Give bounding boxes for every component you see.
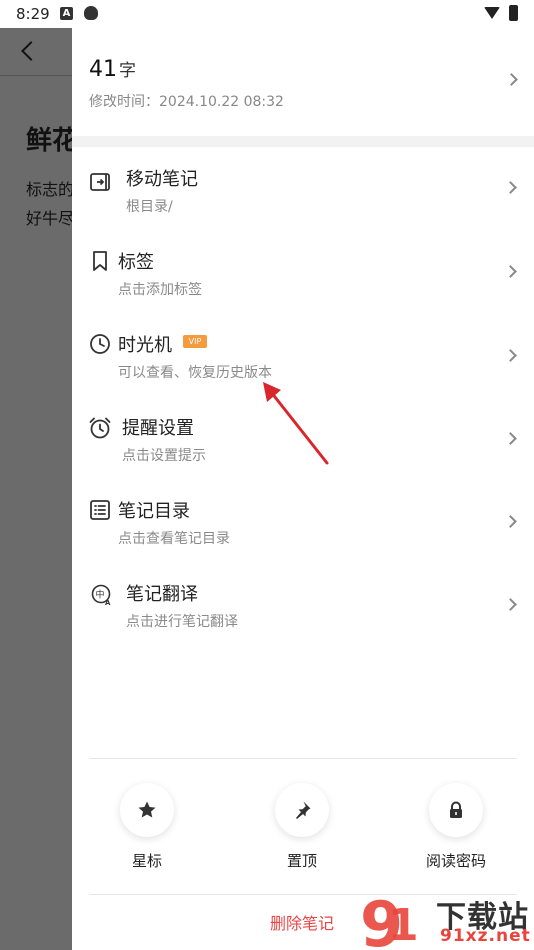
menu-item-time-machine[interactable]: 时光机 VIP 可以查看、恢复历史版本 bbox=[72, 319, 534, 402]
read-password-label: 阅读密码 bbox=[425, 852, 486, 870]
note-stats-row[interactable]: 41 字 修改时间：2024.10.22 08:32 bbox=[72, 28, 534, 136]
chevron-right-icon bbox=[504, 349, 517, 362]
menu-item-note-outline[interactable]: 笔记目录 点击查看笔记目录 bbox=[72, 485, 534, 568]
lock-icon bbox=[450, 801, 462, 818]
wifi-icon bbox=[484, 7, 500, 19]
star-button[interactable] bbox=[120, 783, 174, 837]
star-icon bbox=[138, 801, 156, 818]
chevron-right-icon bbox=[504, 265, 517, 278]
background-note-title: 鲜花 bbox=[26, 126, 72, 156]
pin-button[interactable] bbox=[275, 783, 329, 837]
word-count-number: 41 bbox=[89, 57, 117, 82]
svg-text:A: A bbox=[105, 599, 111, 606]
chevron-right-icon bbox=[504, 181, 517, 194]
modified-time: 修改时间：2024.10.22 08:32 bbox=[89, 94, 284, 110]
read-password-button[interactable] bbox=[429, 783, 483, 837]
word-count-unit: 字 bbox=[119, 61, 136, 81]
status-time: 8:29 bbox=[16, 5, 50, 23]
menu-item-label: 提醒设置 bbox=[122, 418, 194, 439]
svg-text:1: 1 bbox=[388, 900, 419, 950]
vip-badge: VIP bbox=[183, 335, 207, 348]
menu-item-label: 笔记翻译 bbox=[126, 584, 198, 605]
word-count: 41 字 bbox=[89, 56, 136, 82]
menu-item-subtitle: 点击进行笔记翻译 bbox=[126, 614, 238, 630]
menu-item-label: 标签 bbox=[118, 252, 154, 273]
chevron-right-icon bbox=[505, 73, 518, 86]
translate-icon: 中 A bbox=[91, 584, 111, 606]
notification-a-icon: A bbox=[60, 7, 73, 20]
menu-item-tags[interactable]: 标签 点击添加标签 bbox=[72, 236, 534, 319]
menu-item-reminder[interactable]: 提醒设置 点击设置提示 bbox=[72, 402, 534, 485]
back-arrow-icon[interactable] bbox=[21, 41, 41, 61]
watermark-logo: 9 1 下载站 91xz.net bbox=[358, 888, 534, 950]
star-action[interactable]: 星标 bbox=[87, 783, 207, 883]
menu-item-subtitle: 点击设置提示 bbox=[122, 448, 206, 464]
notification-robot-icon bbox=[84, 6, 98, 20]
menu-item-subtitle: 根目录/ bbox=[126, 199, 173, 215]
menu-item-subtitle: 点击添加标签 bbox=[118, 282, 202, 298]
background-note-page[interactable]: 鲜花 标志的 好牛尽 bbox=[0, 28, 72, 950]
menu-item-label: 笔记目录 bbox=[118, 501, 190, 522]
menu-item-label: 移动笔记 bbox=[126, 169, 198, 190]
menu-item-subtitle: 可以查看、恢复历史版本 bbox=[118, 365, 272, 381]
pin-label: 置顶 bbox=[286, 852, 317, 870]
background-note-line: 好牛尽 bbox=[26, 209, 72, 228]
menu-item-label: 时光机 bbox=[118, 335, 172, 356]
list-icon bbox=[90, 500, 110, 520]
chevron-right-icon bbox=[504, 598, 517, 611]
section-separator bbox=[72, 136, 534, 147]
clock-icon bbox=[90, 334, 110, 354]
status-bar: 8:29 A bbox=[0, 0, 534, 28]
read-password-action[interactable]: 阅读密码 bbox=[396, 783, 516, 883]
menu-item-translate[interactable]: 中 A 笔记翻译 点击进行笔记翻译 bbox=[72, 568, 534, 651]
background-note-line: 标志的 bbox=[26, 180, 72, 199]
svg-text:中: 中 bbox=[96, 589, 105, 601]
star-label: 星标 bbox=[131, 852, 162, 870]
pin-action[interactable]: 置顶 bbox=[242, 783, 362, 883]
note-info-drawer: 41 字 修改时间：2024.10.22 08:32 移动笔记 根目录/ 标签 … bbox=[72, 28, 534, 950]
pin-icon bbox=[296, 801, 311, 819]
chevron-right-icon bbox=[504, 432, 517, 445]
menu-item-move-note[interactable]: 移动笔记 根目录/ bbox=[72, 153, 534, 236]
chevron-right-icon bbox=[504, 515, 517, 528]
bookmark-icon bbox=[93, 251, 107, 271]
menu-item-subtitle: 点击查看笔记目录 bbox=[118, 531, 230, 547]
divider bbox=[89, 758, 517, 759]
alarm-icon bbox=[89, 417, 111, 439]
move-note-icon bbox=[90, 173, 110, 191]
watermark-site: 91xz.net bbox=[440, 926, 531, 946]
battery-icon bbox=[509, 5, 518, 21]
background-divider bbox=[0, 75, 72, 76]
